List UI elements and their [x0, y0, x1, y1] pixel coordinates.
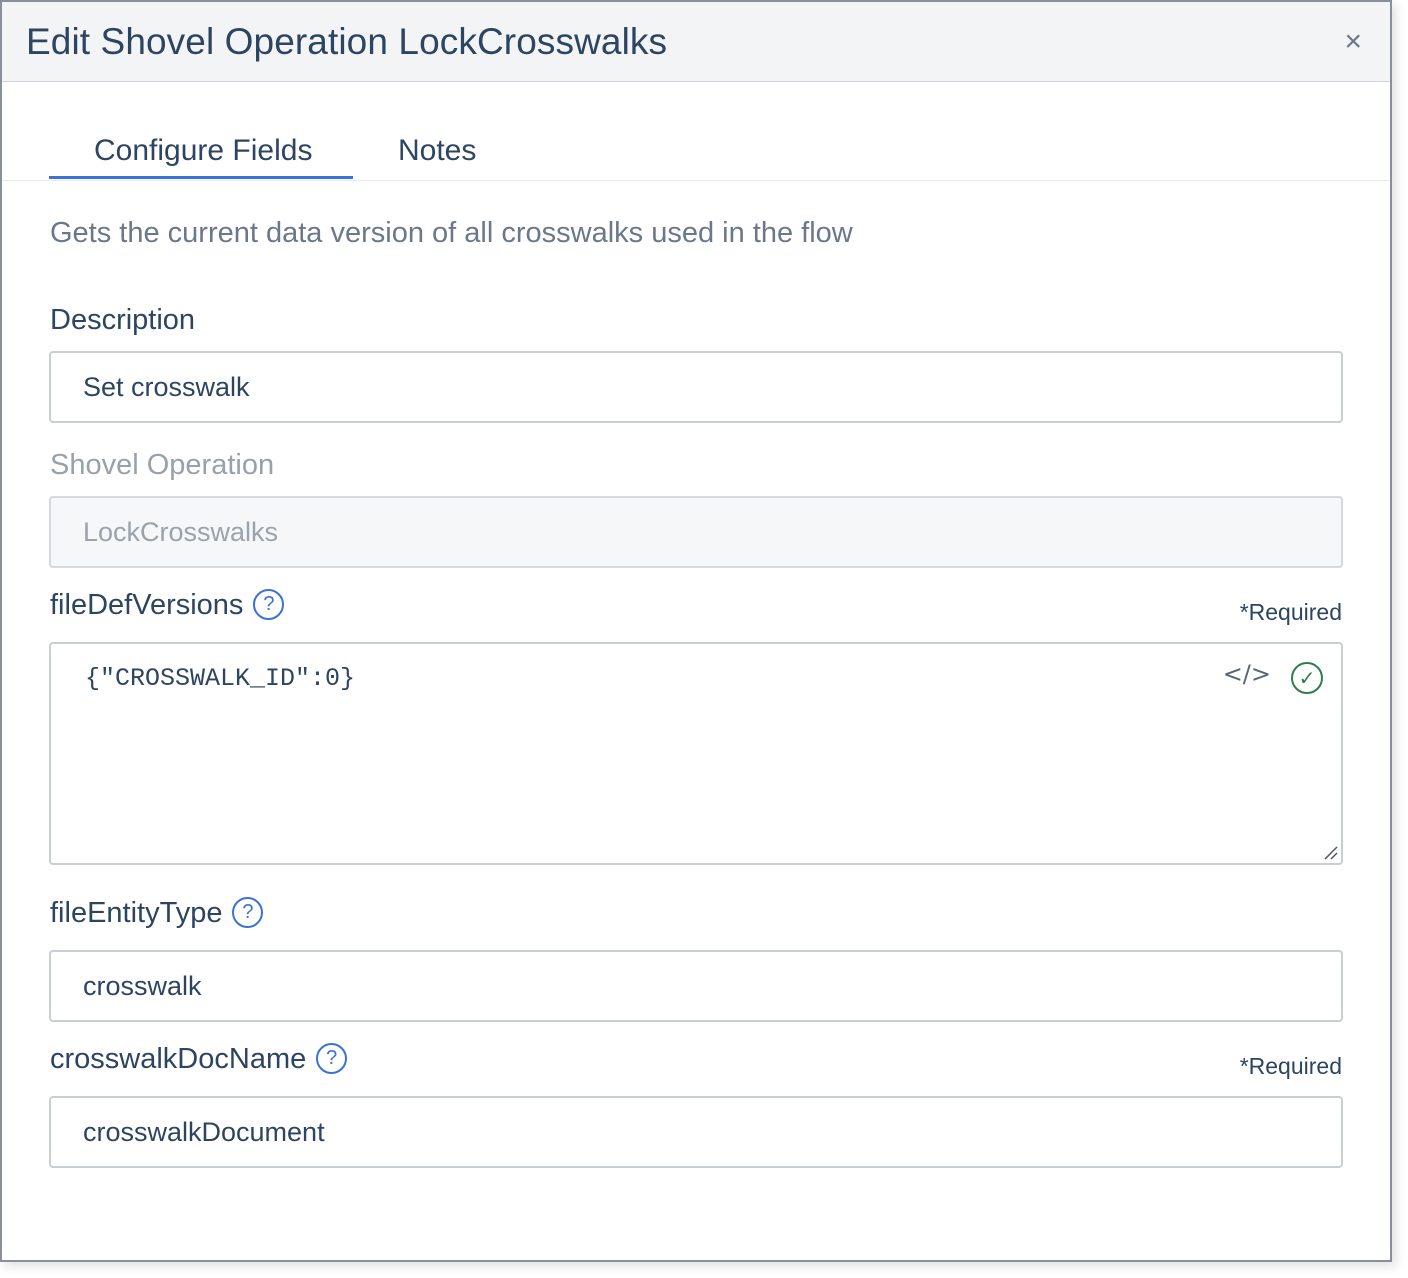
file-entity-type-input[interactable]: crosswalk [49, 950, 1343, 1022]
close-icon[interactable]: × [1336, 23, 1370, 61]
required-indicator: *Required [1239, 599, 1342, 625]
help-icon[interactable]: ? [316, 1043, 348, 1074]
crosswalk-doc-name-label: crosswalkDocName? [50, 1043, 348, 1076]
file-def-versions-label-text: fileDefVersions [50, 589, 244, 621]
operation-description: Gets the current data version of all cro… [50, 217, 853, 249]
help-icon[interactable]: ? [232, 897, 264, 928]
help-icon[interactable]: ? [253, 589, 285, 620]
dialog-header: Edit Shovel Operation LockCrosswalks × [2, 2, 1390, 82]
tab-notes[interactable]: Notes [398, 134, 476, 168]
valid-check-icon: ✓ [1291, 662, 1323, 694]
file-def-versions-label: fileDefVersions? [50, 589, 285, 622]
tab-bar: Configure Fields Notes [2, 82, 1390, 181]
required-indicator: *Required [1239, 1053, 1342, 1079]
dialog-title: Edit Shovel Operation LockCrosswalks [26, 20, 668, 62]
file-entity-type-label: fileEntityType? [50, 897, 264, 930]
active-tab-indicator [49, 176, 353, 179]
file-def-versions-editor[interactable]: {"CROSSWALK_ID":0} </> ✓ [49, 642, 1343, 865]
description-label: Description [50, 304, 196, 336]
edit-operation-dialog: Edit Shovel Operation LockCrosswalks × C… [0, 0, 1392, 1262]
tab-configure-fields[interactable]: Configure Fields [94, 134, 312, 168]
file-def-versions-value: {"CROSSWALK_ID":0} [85, 664, 356, 693]
shovel-operation-label: Shovel Operation [50, 449, 275, 481]
resize-handle-icon[interactable] [1322, 844, 1338, 860]
shovel-operation-input: LockCrosswalks [49, 496, 1343, 568]
crosswalk-doc-name-label-text: crosswalkDocName [50, 1043, 307, 1075]
description-input[interactable]: Set crosswalk [49, 351, 1343, 423]
file-entity-type-label-text: fileEntityType [50, 897, 223, 929]
code-source-icon[interactable]: </> [1223, 660, 1271, 688]
crosswalk-doc-name-input[interactable]: crosswalkDocument [49, 1096, 1343, 1168]
